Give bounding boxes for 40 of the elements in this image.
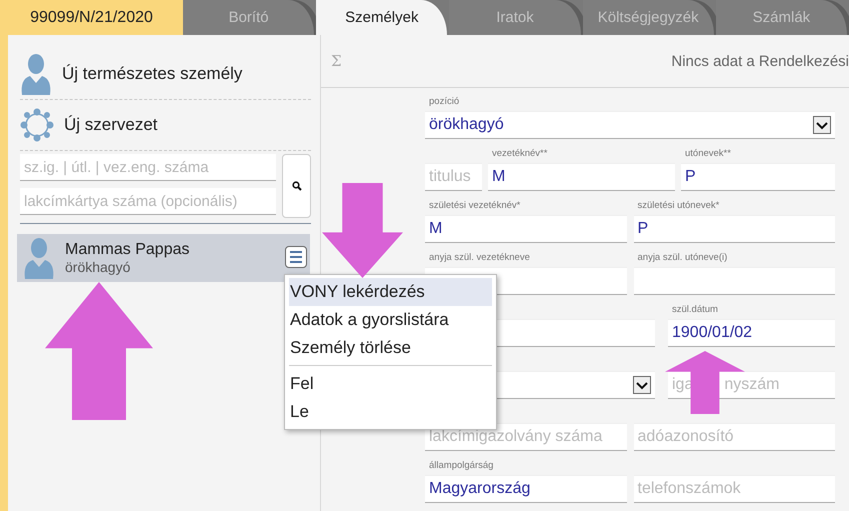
menu-item[interactable]: Adatok a gyorslistára <box>289 306 492 334</box>
person-row[interactable]: Mammas Pappas örökhagyó <box>17 234 310 282</box>
menu-item[interactable]: VONY lekérdezés <box>289 278 492 306</box>
search-icon <box>292 181 302 191</box>
field-label: anyja szül. vezetékneve <box>429 252 530 263</box>
input-field[interactable]: M <box>425 215 626 243</box>
menu-item[interactable]: Fel <box>289 370 492 398</box>
field-label: utónevek** <box>685 148 731 159</box>
field-label: szül.dátum <box>672 304 718 315</box>
field-label: születési vezetéknév* <box>429 200 520 211</box>
new-item-link[interactable]: Új szervezet <box>64 115 158 135</box>
search-field[interactable]: sz.ig. | útl. | vez.eng. száma <box>20 154 276 181</box>
search-button[interactable] <box>282 154 311 218</box>
input-field[interactable]: M <box>488 163 675 191</box>
field-label: születési utónevek* <box>638 200 720 211</box>
input-field[interactable]: P <box>681 163 835 191</box>
menu-button[interactable] <box>285 246 307 268</box>
organization-icon <box>20 108 54 142</box>
new-item-link[interactable]: Új természetes személy <box>62 64 242 84</box>
input-field[interactable] <box>634 267 835 295</box>
dropdown-caret-icon[interactable] <box>633 376 651 394</box>
field-label: állampolgárság <box>429 460 494 471</box>
person-icon <box>20 53 52 95</box>
input-field[interactable]: P <box>634 215 835 243</box>
menu-item[interactable]: Személy törlése <box>289 334 492 362</box>
input-field[interactable]: Magyarország <box>425 475 626 503</box>
person-icon <box>23 237 55 279</box>
dropdown-caret-icon[interactable] <box>813 116 831 134</box>
status-message: Nincs adat a Rendelkezési <box>671 52 849 70</box>
select-field[interactable]: örökhagyó <box>425 111 835 139</box>
field-label: anyja szül. utóneve(i) <box>638 252 728 263</box>
input-field[interactable]: 1900/01/02 <box>668 319 835 347</box>
search-field[interactable]: lakcímkártya száma (opcionális) <box>20 188 276 215</box>
person-role: örökhagyó <box>65 259 132 275</box>
person-name: Mammas Pappas <box>65 241 190 259</box>
field-label: vezetéknév** <box>492 148 548 159</box>
field-label: pozíció <box>429 96 460 107</box>
tab[interactable]: Személyek <box>316 0 448 35</box>
menu-item[interactable]: Le <box>289 398 492 426</box>
case-number-tab[interactable]: 99099/N/21/2020 <box>0 0 183 35</box>
